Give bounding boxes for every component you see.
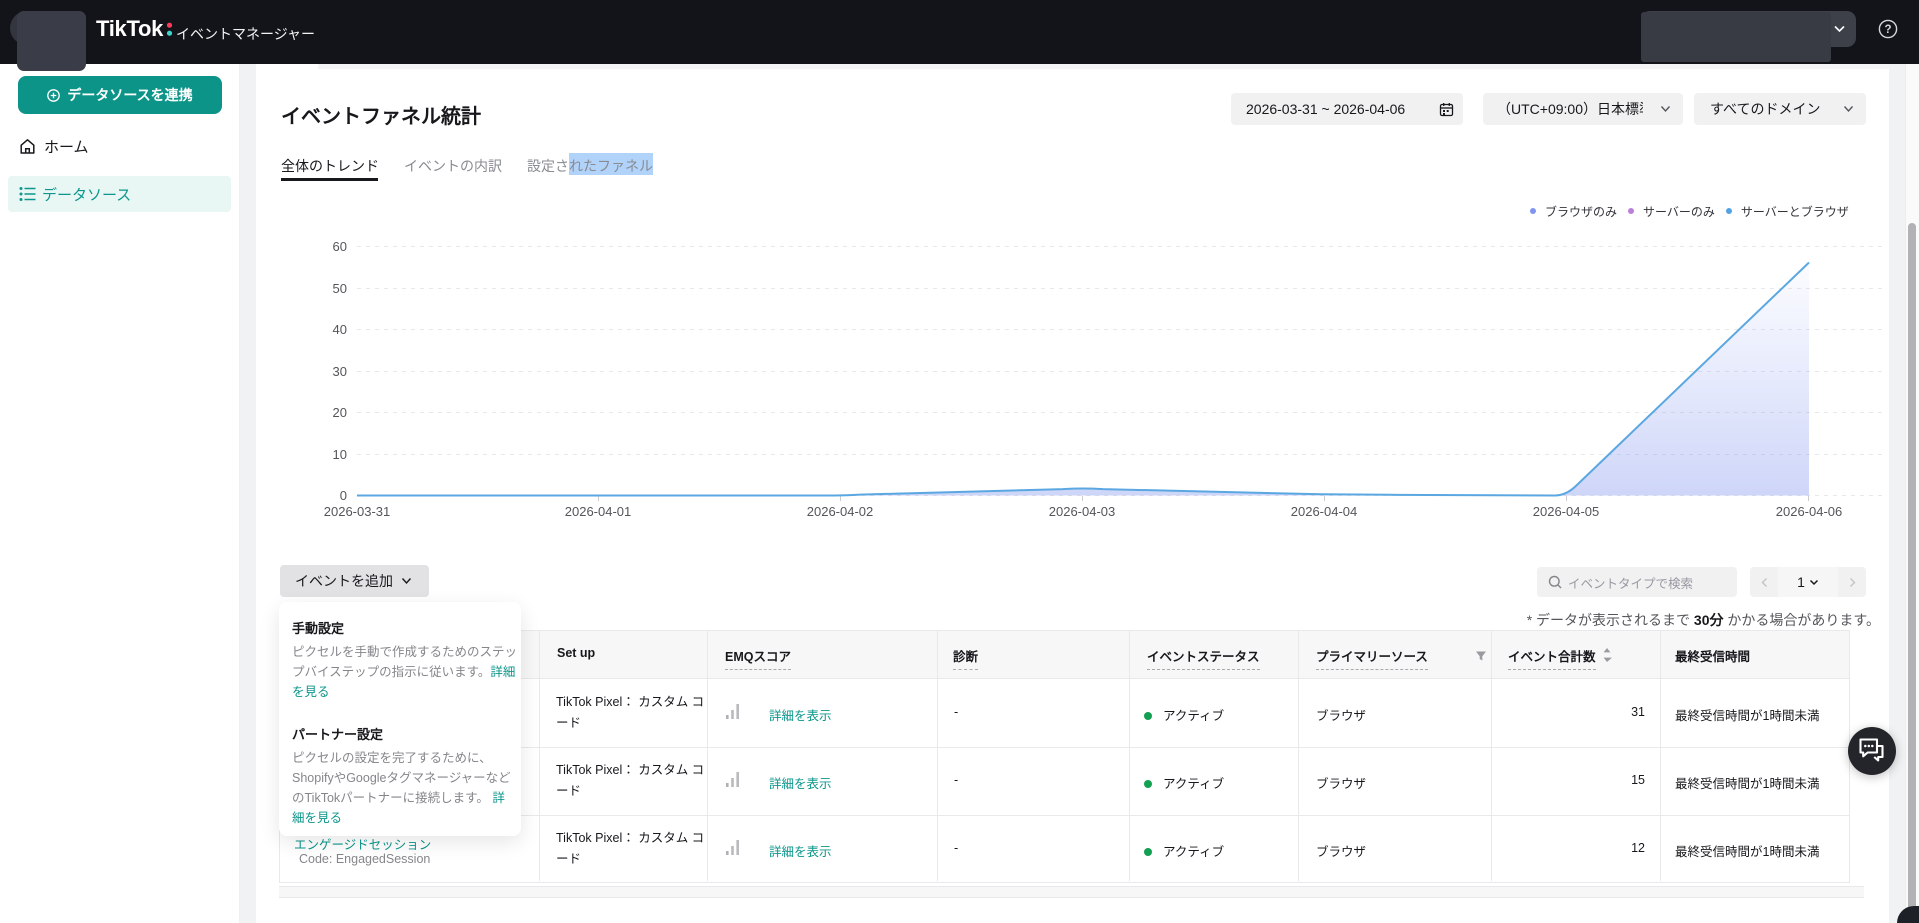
svg-text:2026-04-05: 2026-04-05	[1533, 504, 1600, 519]
svg-text:2026-04-06: 2026-04-06	[1776, 504, 1843, 519]
svg-text:50: 50	[333, 281, 347, 296]
svg-text:30: 30	[333, 364, 347, 379]
svg-text:20: 20	[333, 405, 347, 420]
svg-text:2026-04-04: 2026-04-04	[1291, 504, 1358, 519]
svg-text:40: 40	[333, 322, 347, 337]
svg-text:2026-04-02: 2026-04-02	[807, 504, 874, 519]
svg-text:60: 60	[333, 239, 347, 254]
svg-text:2026-04-01: 2026-04-01	[565, 504, 632, 519]
svg-text:2026-04-03: 2026-04-03	[1049, 504, 1116, 519]
svg-text:?: ?	[1884, 24, 1891, 36]
svg-text:2026-03-31: 2026-03-31	[324, 504, 391, 519]
svg-text:10: 10	[333, 447, 347, 462]
svg-text:0: 0	[340, 488, 347, 503]
